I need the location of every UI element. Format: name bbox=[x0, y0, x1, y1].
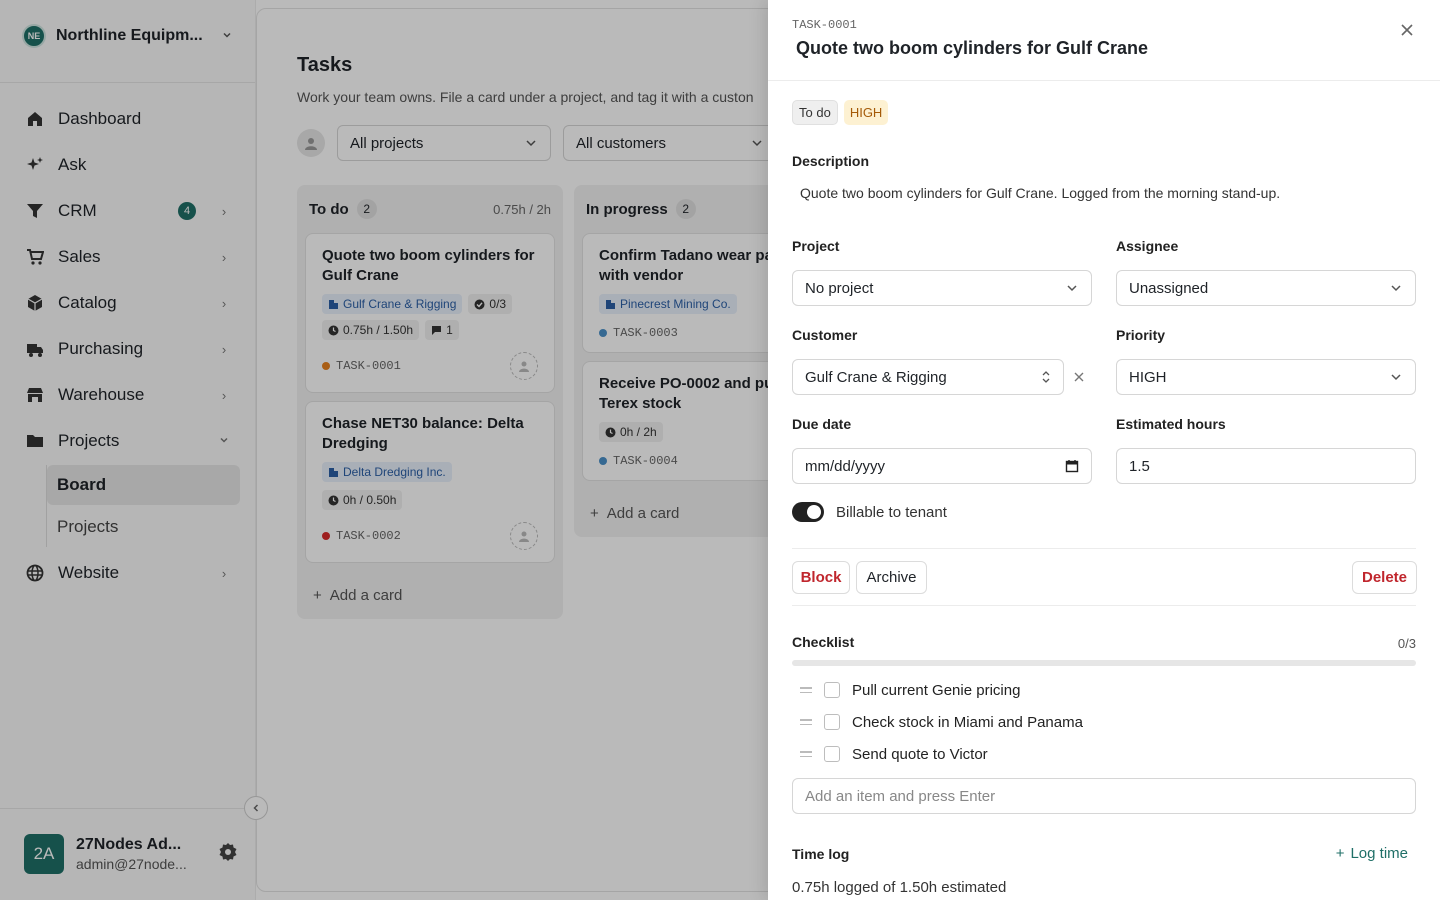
checklist-progress-bar bbox=[792, 660, 1416, 666]
priority-value: HIGH bbox=[1129, 368, 1167, 386]
priority-select[interactable]: HIGH bbox=[1116, 359, 1416, 395]
due-date-label: Due date bbox=[792, 416, 852, 432]
checklist-checkbox[interactable] bbox=[824, 746, 840, 762]
add-item-placeholder: Add an item and press Enter bbox=[805, 787, 996, 805]
checklist-item: Send quote to Victor bbox=[800, 743, 988, 765]
checklist-item-text[interactable]: Pull current Genie pricing bbox=[852, 682, 1020, 699]
checklist-item: Check stock in Miami and Panama bbox=[800, 711, 1083, 733]
checklist-checkbox[interactable] bbox=[824, 714, 840, 730]
plus-icon: + bbox=[1335, 845, 1345, 862]
project-label: Project bbox=[792, 238, 840, 254]
log-time-button[interactable]: + Log time bbox=[1336, 845, 1408, 862]
checklist-item-text[interactable]: Send quote to Victor bbox=[852, 746, 988, 763]
estimated-hours-value: 1.5 bbox=[1129, 457, 1150, 475]
checklist-item-text[interactable]: Check stock in Miami and Panama bbox=[852, 714, 1083, 731]
chevron-down-icon bbox=[1391, 374, 1401, 381]
task-id: TASK-0001 bbox=[792, 18, 857, 32]
checklist-label: Checklist bbox=[792, 634, 855, 650]
divider bbox=[768, 80, 1440, 81]
checklist-item: Pull current Genie pricing bbox=[800, 679, 1020, 701]
task-title[interactable]: Quote two boom cylinders for Gulf Crane bbox=[796, 38, 1148, 59]
due-date-input[interactable]: mm/dd/yyyy bbox=[792, 448, 1092, 484]
project-select[interactable]: No project bbox=[792, 270, 1092, 306]
close-icon[interactable] bbox=[1400, 20, 1414, 43]
sort-arrows-icon bbox=[1042, 371, 1050, 383]
delete-button[interactable]: Delete bbox=[1352, 561, 1417, 594]
block-button[interactable]: Block bbox=[792, 561, 850, 594]
drag-handle-icon[interactable] bbox=[800, 719, 812, 725]
status-badge: To do bbox=[792, 100, 838, 125]
customer-combobox[interactable]: Gulf Crane & Rigging bbox=[792, 359, 1064, 395]
task-detail-drawer: TASK-0001 Quote two boom cylinders for G… bbox=[768, 0, 1440, 900]
priority-badge: HIGH bbox=[843, 100, 889, 125]
billable-toggle-row: Billable to tenant bbox=[792, 502, 947, 522]
description-label: Description bbox=[792, 153, 870, 169]
customer-label: Customer bbox=[792, 327, 858, 343]
assignee-select[interactable]: Unassigned bbox=[1116, 270, 1416, 306]
billable-label: Billable to tenant bbox=[836, 503, 947, 521]
clear-customer-icon[interactable] bbox=[1074, 369, 1084, 385]
modal-backdrop[interactable] bbox=[0, 0, 768, 900]
priority-label: Priority bbox=[1116, 327, 1166, 343]
description-text[interactable]: Quote two boom cylinders for Gulf Crane.… bbox=[800, 185, 1280, 201]
checklist-checkbox[interactable] bbox=[824, 682, 840, 698]
assignee-value: Unassigned bbox=[1129, 279, 1209, 297]
time-logged-summary: 0.75h logged of 1.50h estimated bbox=[792, 879, 1007, 896]
archive-button[interactable]: Archive bbox=[856, 561, 927, 594]
drag-handle-icon[interactable] bbox=[800, 751, 812, 757]
checklist-count: 0/3 bbox=[1397, 636, 1416, 651]
chevron-down-icon bbox=[1391, 285, 1401, 292]
time-log-label: Time log bbox=[792, 846, 850, 862]
log-time-label: Log time bbox=[1350, 845, 1408, 862]
divider bbox=[792, 605, 1416, 606]
calendar-icon[interactable] bbox=[1065, 459, 1079, 473]
due-date-value: mm/dd/yyyy bbox=[805, 457, 886, 475]
chevron-down-icon bbox=[1067, 285, 1077, 292]
add-checklist-item-input[interactable]: Add an item and press Enter bbox=[792, 778, 1416, 814]
estimated-hours-label: Estimated hours bbox=[1116, 416, 1226, 432]
customer-value: Gulf Crane & Rigging bbox=[805, 368, 947, 386]
billable-toggle[interactable] bbox=[792, 502, 824, 522]
divider bbox=[792, 548, 1416, 549]
project-value: No project bbox=[805, 279, 874, 297]
assignee-label: Assignee bbox=[1116, 238, 1179, 254]
drag-handle-icon[interactable] bbox=[800, 687, 812, 693]
estimated-hours-input[interactable]: 1.5 bbox=[1116, 448, 1416, 484]
